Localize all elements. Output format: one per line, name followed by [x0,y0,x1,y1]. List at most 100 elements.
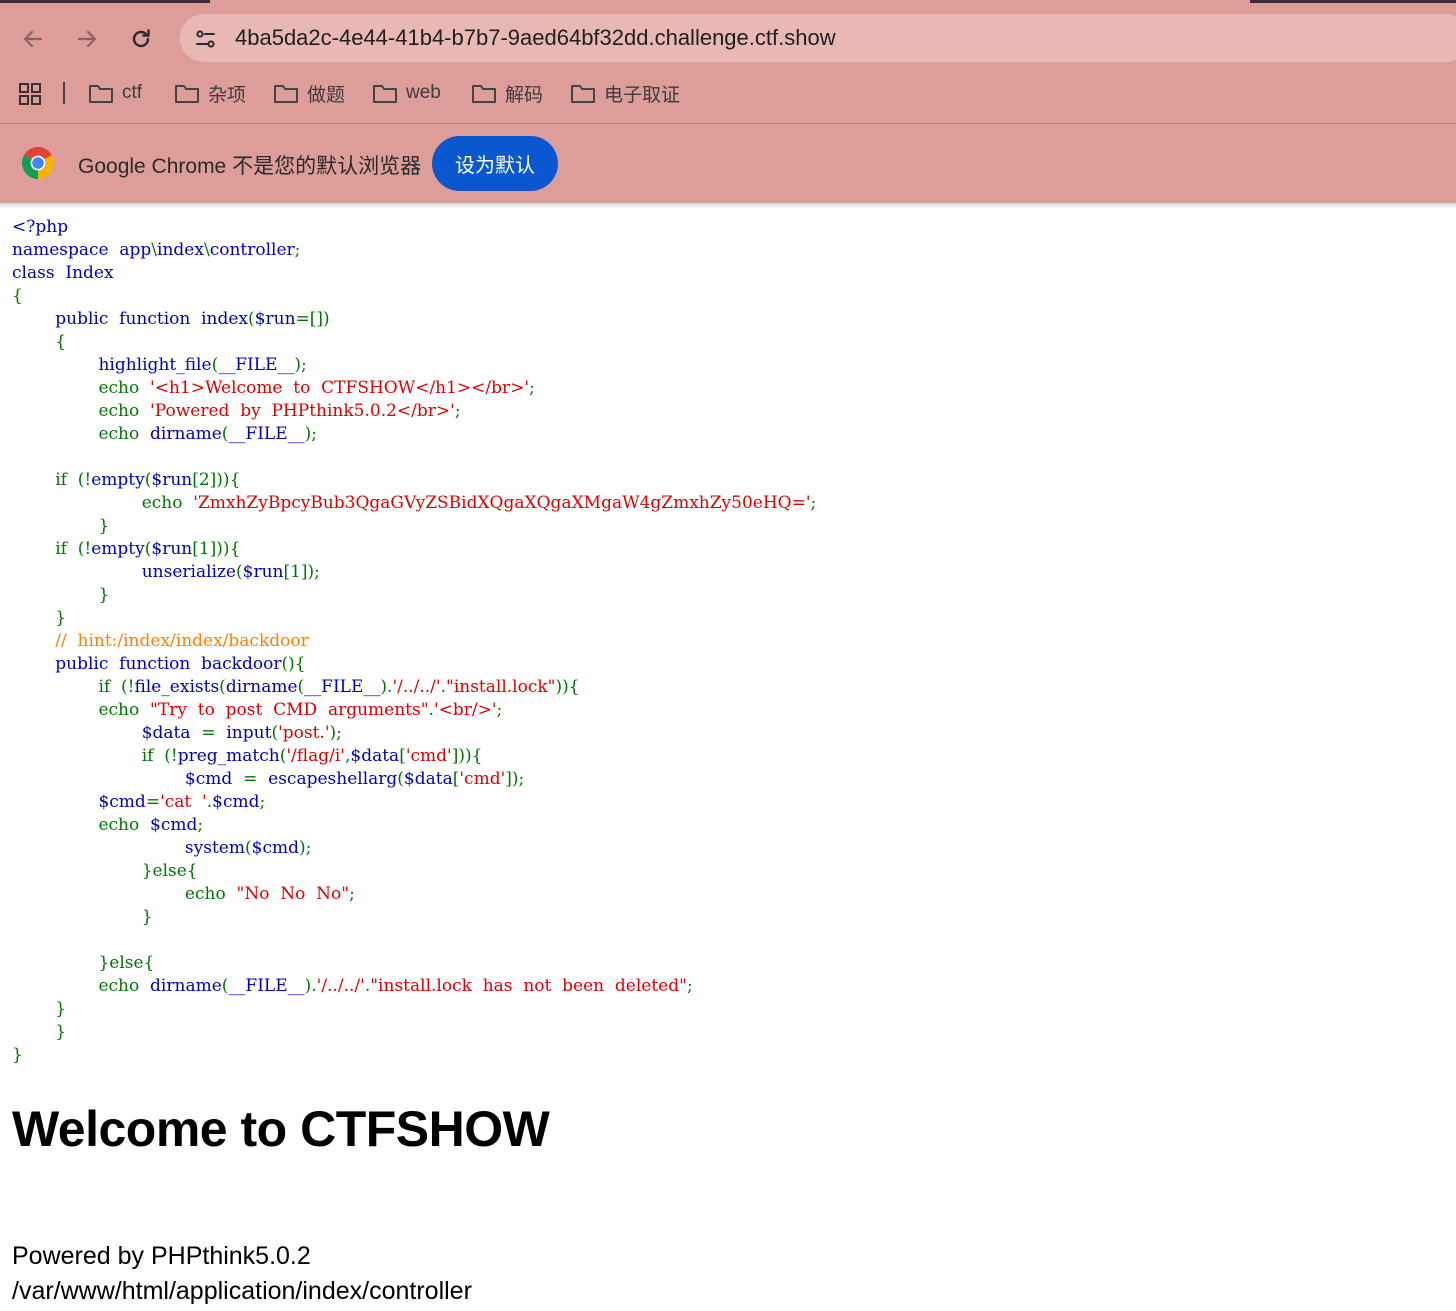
toolbar-shadow [0,203,1456,209]
code-line: class Index [12,262,816,285]
code-token: <?php [12,217,69,237]
bookmarks-separator [63,82,65,104]
code-line: <?php [12,216,816,239]
code-token: echo [12,424,151,444]
code-token: = [145,792,161,812]
code-line: { [12,331,816,354]
code-line: }else{ [12,952,816,975]
code-token: $data [141,723,202,743]
bookmarks-bar: ctf 杂项 做题 web 解码 电子取证 [0,70,1456,116]
reload-button[interactable] [124,22,158,56]
bookmark-label: 解码 [505,84,544,106]
code-token: = [243,769,269,789]
code-line: }else{ [12,860,816,883]
bookmark-folder-ctf[interactable]: ctf [88,78,142,108]
code-line: if (!empty($run[2])){ [12,469,816,492]
site-info-button[interactable] [188,22,224,56]
bookmark-label: ctf [122,82,143,103]
reload-icon [132,29,150,48]
site-info-icon [196,30,215,48]
code-token: 'ZmxhZyBpcyBub3QgaGVyZSBidXQgaXQgaXMgaW4… [193,493,811,513]
bookmark-label: 杂项 [208,84,247,106]
code-token: __FILE__ [218,355,295,375]
code-token: $cmd [251,838,299,858]
code-token: ; [686,976,693,996]
code-token: [2])){ [192,470,241,490]
code-token: $cmd [184,769,244,789]
set-default-button[interactable]: 设为默认 [432,136,558,191]
code-token: } [12,516,110,536]
chrome-logo-icon [21,146,55,184]
bookmark-folder-misc[interactable]: 杂项 [174,78,246,108]
code-token: ; [496,700,503,720]
code-line: } [12,906,816,929]
code-token: { [12,332,67,352]
code-token: echo [12,884,237,904]
code-line: $data = input('post.'); [12,722,816,745]
code-token: empty [91,470,145,490]
code-token: if (! [12,539,92,559]
code-token: highlight_file [98,355,212,375]
bookmark-folder-web[interactable]: web [372,78,441,108]
code-token: __FILE__ [228,424,305,444]
url-text[interactable]: 4ba5da2c-4e44-41b4-b7b7-9aed64bf32dd.cha… [235,24,836,52]
code-line: echo "No No No"; [12,883,816,906]
code-token: "No No No" [236,884,350,904]
code-token: namespace app [12,240,152,260]
code-token: '/../../' [392,677,441,697]
code-token: ; [294,240,301,260]
code-token: = [201,723,227,743]
bookmark-label: web [406,82,441,103]
code-token: ])){ [451,746,483,766]
code-token: __FILE__ [228,976,305,996]
apps-grid-icon[interactable] [18,82,42,111]
code-token: }else{ [12,953,155,973]
code-token: public function backdoor [55,654,282,674]
code-line: echo dirname(__FILE__); [12,423,816,446]
code-token: { [12,286,23,306]
code-token: 'post.' [278,723,330,743]
bookmark-label: 做题 [307,84,346,106]
code-line: } [12,1021,816,1044]
code-token: '<br/>' [433,700,497,720]
code-token: 'cat ' [160,792,207,812]
code-token: class Index [12,263,114,283]
back-button[interactable] [16,22,50,56]
bookmark-folder-decode[interactable]: 解码 [471,78,543,108]
code-token: } [12,608,67,628]
code-token: )){ [555,677,580,697]
infobar-message: Google Chrome 不是您的默认浏览器 [78,155,422,178]
code-line: public function backdoor(){ [12,653,816,676]
code-token: empty [91,539,145,559]
forward-button[interactable] [70,22,104,56]
code-line: } [12,1044,816,1067]
back-arrow-icon [23,30,43,48]
bookmark-folder-forensics[interactable]: 电子取证 [570,78,680,108]
code-token: $run [151,539,193,559]
directory-path-text: /var/www/html/application/index/controll… [12,1277,472,1305]
code-token: controller [209,240,295,260]
code-token: echo [12,401,151,421]
code-token: '<h1>Welcome to CTFSHOW</h1></br>' [150,378,530,398]
code-token: $cmd [212,792,260,812]
code-line: $cmd='cat '.$cmd; [12,791,816,814]
code-token: dirname [150,976,222,996]
folder-icon [89,85,113,103]
code-line: echo "Try to post CMD arguments".'<br/>'… [12,699,816,722]
code-token: ); [329,723,342,743]
code-token: echo [12,700,151,720]
code-token: ( [397,769,404,789]
code-token: dirname [225,677,298,697]
bookmark-folder-practice[interactable]: 做题 [273,78,345,108]
code-token: '/../../' [316,976,365,996]
code-token: ; [259,792,266,812]
code-token: $data [403,769,453,789]
code-token: escapeshellarg [268,769,398,789]
code-line: unserialize($run[1]); [12,561,816,584]
